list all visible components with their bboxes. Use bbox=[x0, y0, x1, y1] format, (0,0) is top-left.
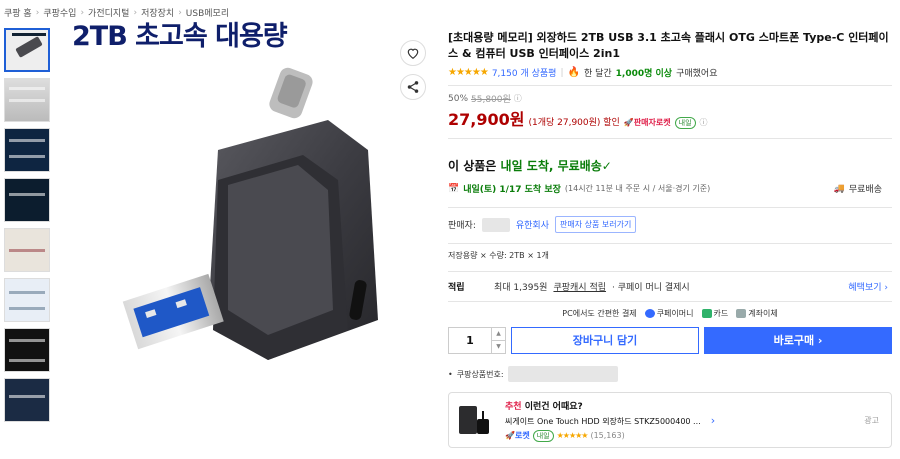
truck-icon: 🚚 bbox=[833, 183, 845, 194]
chevron-right-icon: › bbox=[35, 7, 40, 18]
points-row: 적립 최대 1,395원 쿠팡캐시 적립 · 쿠페이 머니 결제시 혜택보기 › bbox=[448, 278, 892, 295]
free-shipping-label: 🚚 무료배송 bbox=[833, 183, 882, 196]
product-info-panel: [초대용량 메모리] 외장하드 2TB USB 3.1 초고속 플래시 OTG … bbox=[448, 30, 892, 448]
share-icon bbox=[407, 81, 419, 93]
thumbnail-list bbox=[4, 28, 50, 428]
calendar-icon: 📅 bbox=[448, 183, 460, 194]
ad-label: 광고 bbox=[864, 416, 879, 425]
product-title: [초대용량 메모리] 외장하드 2TB USB 3.1 초고속 플래시 OTG … bbox=[448, 31, 889, 60]
bullet: • bbox=[448, 369, 453, 379]
thumbnail-6[interactable] bbox=[4, 278, 50, 322]
points-max: 최대 1,395원 bbox=[494, 283, 548, 293]
points-suffix: · 쿠페이 머니 결제시 bbox=[612, 283, 690, 293]
purchase-row: 1 ▲ ▼ 장바구니 담기 바로구매 › bbox=[448, 327, 892, 354]
tomorrow-badge: 내일 bbox=[674, 117, 696, 129]
sale-price: 27,900원 bbox=[448, 110, 525, 129]
arrival-row: 📅 내일(토) 1/17 도착 보장 (14시간 11분 내 주문 시 / 서울… bbox=[448, 182, 892, 196]
thumbnail-2[interactable] bbox=[4, 78, 50, 122]
arrival-note: (14시간 11분 내 주문 시 / 서울·경기 기준) bbox=[564, 184, 711, 193]
divider bbox=[448, 301, 892, 302]
main-product-image bbox=[122, 67, 378, 360]
share-button[interactable] bbox=[400, 74, 426, 100]
buyers-count: 1,000명 이상 bbox=[615, 69, 673, 79]
seller-label: 판매자: bbox=[448, 221, 476, 231]
divider bbox=[448, 138, 892, 139]
rating-row: ★★★★★ 7,150 개 상품평 | 🔥 한 달간 1,000명 이상 구매했… bbox=[448, 66, 892, 79]
thumbnail-4[interactable] bbox=[4, 178, 50, 222]
price-row: 27,900원 (1개당 27,900원) 할인 🚀판매자로켓 내일 ⓘ bbox=[448, 106, 892, 130]
pay-method-transfer: 계좌이체 bbox=[736, 308, 778, 319]
pay-method-card: 카드 bbox=[701, 308, 728, 319]
buyers-prefix: 한 달간 bbox=[583, 69, 612, 79]
hdd-product-image bbox=[459, 406, 489, 434]
thumbnail-1[interactable] bbox=[4, 28, 50, 72]
delivery-headline: 이 상품은 내일 도착, 무료배송✓ bbox=[448, 159, 612, 173]
bank-icon bbox=[736, 309, 747, 318]
recommendation-heading: 추천 이런건 어때요? bbox=[505, 401, 583, 412]
points-label: 적립 bbox=[448, 283, 465, 293]
tomorrow-badge: 내일 bbox=[532, 429, 554, 442]
chevron-right-icon[interactable]: › bbox=[711, 414, 715, 427]
thumbnail-8[interactable] bbox=[4, 378, 50, 422]
info-icon[interactable]: ⓘ bbox=[700, 117, 708, 128]
breadcrumb-item-home[interactable]: 쿠팡 홈 bbox=[4, 6, 32, 19]
thumbnail-7[interactable] bbox=[4, 328, 50, 372]
recommendation-meta: 🚀로켓 내일 ★★★★★ (15,163) bbox=[505, 429, 701, 442]
quantity-stepper: 1 ▲ ▼ bbox=[448, 327, 506, 354]
payment-row: PC에서도 간편한 결제 쿠페이머니 카드 계좌이체 bbox=[448, 308, 892, 319]
product-id-redacted bbox=[507, 366, 618, 382]
discount-row: 50% 55,800원 ⓘ bbox=[448, 92, 892, 106]
review-count: (15,163) bbox=[590, 431, 625, 440]
product-id-row: • 쿠팡상품번호: bbox=[448, 366, 892, 382]
cash-link[interactable]: 쿠팡캐시 적립 bbox=[553, 280, 606, 293]
discount-percent: 50% bbox=[448, 93, 469, 104]
divider bbox=[448, 207, 892, 208]
seller-products-button[interactable]: 판매자 상품 보러가기 bbox=[555, 216, 637, 233]
add-to-cart-button[interactable]: 장바구니 담기 bbox=[511, 327, 699, 354]
payment-intro: PC에서도 간편한 결제 bbox=[562, 309, 637, 318]
divider-bar: | bbox=[560, 67, 564, 78]
seller-name-redacted bbox=[481, 217, 510, 232]
seller-row: 판매자: 유한회사 판매자 상품 보러가기 bbox=[448, 216, 892, 233]
benefit-link[interactable]: 혜택보기 › bbox=[848, 280, 888, 293]
heart-icon bbox=[407, 48, 419, 59]
recommendation-product-name[interactable]: 씨게이트 One Touch HDD 외장하드 STKZ5000400 ... bbox=[505, 416, 701, 427]
card-icon bbox=[701, 309, 712, 318]
quantity-down-icon[interactable]: ▼ bbox=[492, 340, 505, 353]
recommendation-card[interactable]: 추천 이런건 어때요? 씨게이트 One Touch HDD 외장하드 STKZ… bbox=[448, 392, 892, 448]
quantity-input[interactable]: 1 bbox=[449, 328, 491, 353]
divider bbox=[448, 85, 892, 86]
product-id-label: 쿠팡상품번호: bbox=[456, 369, 504, 379]
side-actions bbox=[400, 40, 426, 108]
fire-icon: 🔥 bbox=[567, 67, 580, 78]
arrival-guarantee: 내일(토) 1/17 도착 보장 bbox=[463, 185, 561, 195]
divider bbox=[448, 271, 892, 272]
thumbnail-5[interactable] bbox=[4, 228, 50, 272]
thumbnail-3[interactable] bbox=[4, 128, 50, 172]
seller-rocket-badge: 🚀판매자로켓 bbox=[623, 118, 671, 127]
buy-now-button[interactable]: 바로구매 › bbox=[704, 327, 892, 354]
star-rating: ★★★★★ bbox=[556, 431, 589, 440]
wishlist-button[interactable] bbox=[400, 40, 426, 66]
quantity-up-icon[interactable]: ▲ bbox=[492, 328, 505, 340]
unit-price: (1개당 27,900원) 할인 bbox=[528, 118, 620, 128]
divider bbox=[448, 243, 892, 244]
rocket-badge: 🚀로켓 bbox=[505, 431, 530, 440]
info-icon[interactable]: ⓘ bbox=[514, 93, 522, 104]
star-rating: ★★★★★ bbox=[448, 67, 489, 78]
coupay-icon bbox=[644, 309, 655, 318]
original-price: 55,800원 bbox=[471, 95, 511, 105]
seller-name[interactable]: 유한회사 bbox=[516, 218, 549, 231]
check-icon: ✓ bbox=[601, 159, 612, 173]
pay-method-coupay: 쿠페이머니 bbox=[644, 308, 694, 319]
buyers-suffix: 구매했어요 bbox=[676, 69, 718, 79]
selected-option: 저장용량 × 수량: 2TB × 1개 bbox=[448, 251, 549, 260]
review-count-link[interactable]: 7,150 개 상품평 bbox=[492, 66, 557, 79]
